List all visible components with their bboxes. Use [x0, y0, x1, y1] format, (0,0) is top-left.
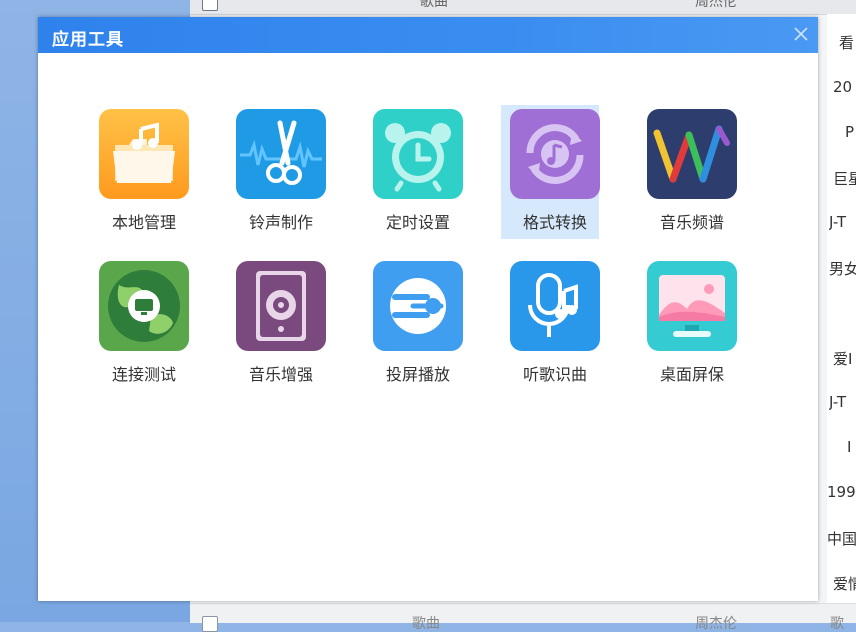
background-table-header: 歌曲 周杰伦 — [190, 0, 856, 15]
background-album-column: 看 20 P 巨星 J-T 男女 爱I J-T I 199 中国 爱情 — [827, 14, 856, 604]
album-cell: 20 — [833, 78, 853, 96]
tool-screen-cast[interactable]: 投屏播放 — [368, 257, 464, 407]
globe-monitor-icon — [99, 261, 189, 351]
tool-connection-test[interactable]: 连接测试 — [94, 257, 190, 407]
tool-format-convert[interactable]: 格式转换 — [501, 105, 601, 255]
album-cell: J-T — [829, 393, 847, 411]
tool-label: 铃声制作 — [248, 213, 313, 232]
folder-music-icon — [99, 109, 189, 199]
album-cell: P — [845, 123, 855, 141]
album-cell: 看 — [839, 34, 855, 52]
album-cell: 199 — [827, 483, 856, 501]
album-cell: J-T — [829, 213, 847, 231]
tool-label: 连接测试 — [111, 365, 176, 384]
header-checkbox[interactable] — [202, 0, 218, 11]
close-button[interactable] — [790, 23, 812, 45]
monitor-landscape-icon — [647, 261, 737, 351]
spectrum-w-icon — [647, 109, 737, 199]
album-cell: 男女 — [829, 260, 856, 278]
tool-label: 本地管理 — [111, 213, 176, 232]
album-cell: 中国 — [827, 530, 856, 548]
tool-desktop-screensaver[interactable]: 桌面屏保 — [642, 257, 738, 407]
tool-label: 投屏播放 — [385, 365, 450, 384]
tool-ringtone-make[interactable]: 铃声制作 — [231, 105, 327, 255]
tool-music-spectrum[interactable]: 音乐频谱 — [642, 105, 738, 255]
dialog-title: 应用工具 — [52, 30, 124, 50]
tool-label: 桌面屏保 — [659, 365, 724, 384]
header-col-song: 歌曲 — [420, 0, 448, 10]
header-col-artist: 周杰伦 — [695, 0, 737, 10]
speaker-icon — [236, 261, 326, 351]
music-convert-icon — [510, 109, 600, 199]
mic-note-icon — [510, 261, 600, 351]
close-icon — [794, 27, 808, 41]
dialog-titlebar[interactable]: 应用工具 — [38, 17, 818, 53]
row-checkbox[interactable] — [202, 616, 218, 632]
tool-label: 格式转换 — [522, 213, 587, 232]
tool-label: 定时设置 — [385, 213, 450, 232]
background-table-row: 歌曲 周杰伦 歌 — [190, 603, 856, 632]
row-artist: 周杰伦 — [695, 616, 737, 632]
tool-label: 音乐增强 — [248, 365, 313, 384]
alarm-clock-icon — [373, 109, 463, 199]
scissors-wave-icon — [236, 109, 326, 199]
album-cell: 爱I — [833, 350, 853, 368]
album-cell: 巨星 — [833, 170, 856, 188]
row-extra: 歌 — [830, 616, 844, 632]
tool-song-recognize[interactable]: 听歌识曲 — [505, 257, 601, 407]
tool-local-manage[interactable]: 本地管理 — [94, 105, 190, 255]
tool-timer-setting[interactable]: 定时设置 — [368, 105, 464, 255]
tool-label: 听歌识曲 — [522, 365, 587, 384]
tool-label: 音乐频谱 — [659, 213, 724, 232]
album-cell: 爱情 — [833, 575, 856, 593]
tool-music-enhance[interactable]: 音乐增强 — [231, 257, 327, 407]
row-song: 歌曲 — [412, 616, 440, 632]
app-tools-dialog: 应用工具 本地管理 铃声制作 定时设置 格式转换 音乐频谱 连接测试 音乐增强 … — [38, 17, 818, 601]
album-cell: I — [847, 438, 852, 456]
cast-icon — [373, 261, 463, 351]
